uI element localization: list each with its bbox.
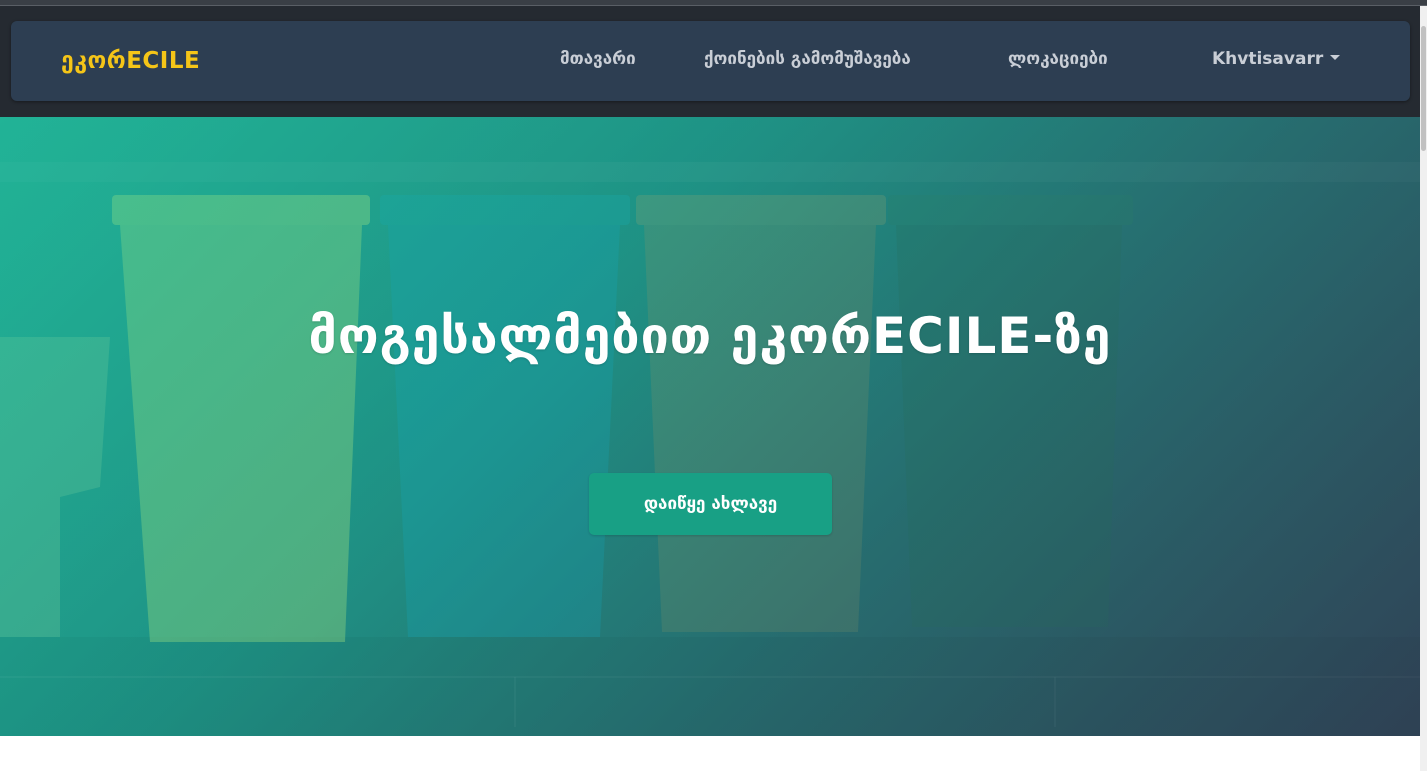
nav-link-home[interactable]: მთავარი — [560, 21, 636, 101]
chevron-down-icon — [1330, 54, 1341, 60]
nav-link-coin-earning[interactable]: ქოინების გამომუშავება — [704, 21, 911, 101]
user-dropdown[interactable]: Khvtisavarr — [1212, 21, 1341, 101]
navbar: ეკორECILE მთავარი ქოინების გამომუშავება … — [11, 21, 1410, 101]
user-name: Khvtisavarr — [1212, 49, 1324, 69]
scrollbar[interactable] — [1420, 6, 1427, 771]
hero-title: მოგესალმებით ეკორECILE-ზე — [308, 307, 1112, 365]
nav-link-locations[interactable]: ლოკაციები — [1008, 21, 1108, 101]
brand-logo[interactable]: ეკორECILE — [61, 21, 200, 101]
hero-section: მოგესალმებით ეკორECILE-ზე დაიწყე ახლავე — [0, 117, 1420, 736]
scrollbar-thumb[interactable] — [1421, 26, 1426, 151]
hero-gradient-overlay — [0, 117, 1420, 736]
start-now-button[interactable]: დაიწყე ახლავე — [589, 473, 832, 535]
